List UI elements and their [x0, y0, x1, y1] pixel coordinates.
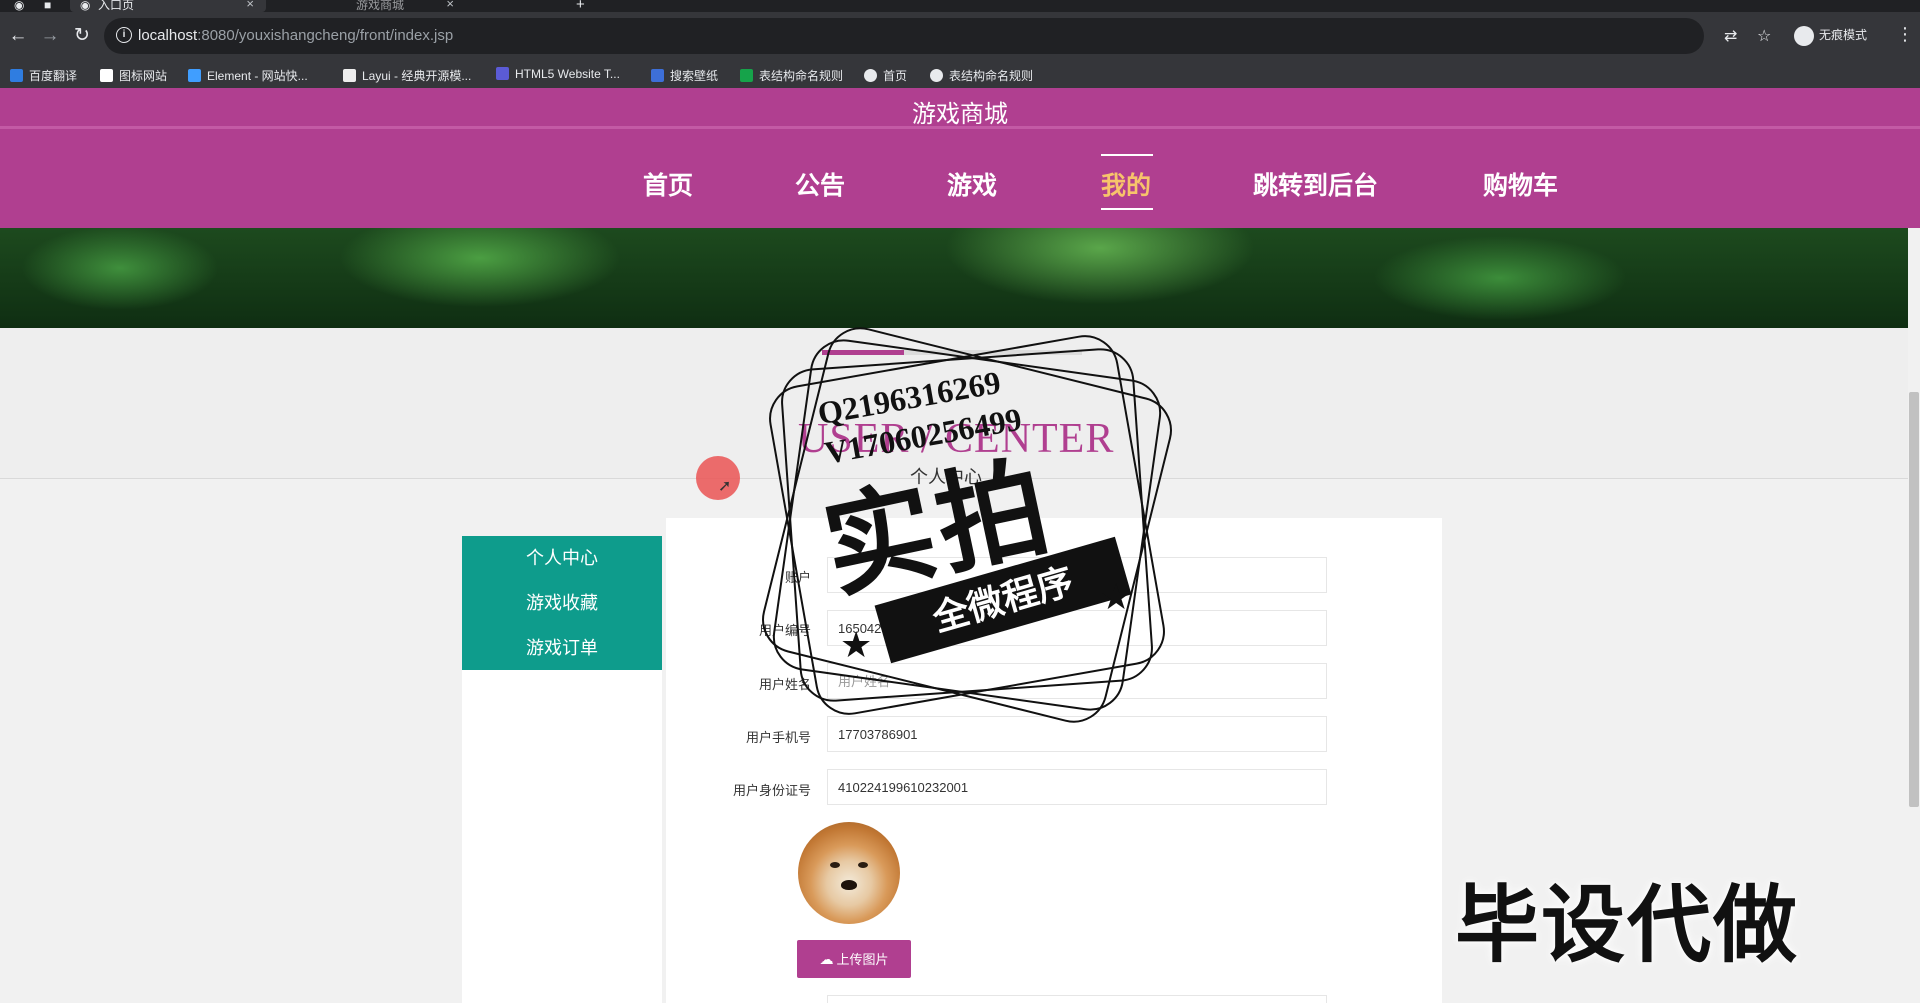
- section-title-en: USER / CENTER: [798, 416, 1115, 462]
- label-account: 账户: [784, 570, 811, 585]
- title-divider: [0, 126, 1920, 129]
- bookmark-item[interactable]: 首页: [864, 67, 907, 84]
- label-user-name: 用户姓名: [758, 677, 811, 692]
- bookmark-sheet-icon: [740, 69, 753, 82]
- nav-mine[interactable]: 我的: [1101, 166, 1151, 202]
- browser-logo-icon: ◉: [14, 0, 25, 12]
- carousel-indicator-active: [822, 350, 904, 355]
- scrollbar-thumb[interactable]: [1909, 392, 1919, 807]
- tab-close-icon[interactable]: ×: [246, 0, 254, 10]
- nav-notice[interactable]: 公告: [795, 166, 845, 202]
- avatar-eye: [830, 862, 840, 868]
- incognito-indicator[interactable]: 无痕模式: [1794, 26, 1867, 46]
- translate-icon[interactable]: ⇄: [1724, 26, 1737, 46]
- banner-image: [0, 228, 1908, 328]
- user-id-input[interactable]: 16504255...: [827, 610, 1327, 646]
- bookmarks-bar: 百度翻译 图标网站 Element - 网站快... Layui - 经典开源模…: [0, 62, 1920, 89]
- nav-home[interactable]: 首页: [643, 166, 693, 202]
- tab-game-store[interactable]: 游戏商城 ×: [266, 0, 466, 12]
- carousel-indicator[interactable]: [822, 350, 1082, 355]
- avatar-nose: [841, 880, 857, 890]
- cloud-upload-icon: ☁: [819, 951, 834, 967]
- bookmark-globe-icon: [930, 69, 943, 82]
- site-header: 游戏商城 首页 公告 游戏 我的 跳转到后台 购物车: [0, 88, 1920, 228]
- tab-favicon-icon: ◉: [80, 0, 91, 12]
- bookmark-item[interactable]: 表结构命名规则: [740, 67, 843, 84]
- tab-switch-icon[interactable]: ■: [44, 0, 60, 12]
- back-arrow-icon[interactable]: ←: [6, 24, 30, 48]
- reload-icon[interactable]: ↻: [70, 24, 94, 48]
- tab-label: 入口页: [98, 0, 135, 12]
- bookmark-favicon-icon: [496, 67, 509, 80]
- tab-close-icon[interactable]: ×: [446, 0, 454, 10]
- account-input[interactable]: [827, 557, 1327, 593]
- bookmark-item[interactable]: Layui - 经典开源模...: [343, 67, 471, 84]
- bookmark-globe-icon: [864, 69, 877, 82]
- site-title: 游戏商城: [912, 101, 1008, 128]
- id-card-input[interactable]: 410224199610232001: [827, 769, 1327, 805]
- sidebar-item-favorites[interactable]: 游戏收藏: [462, 589, 662, 615]
- sidebar-item-user-center[interactable]: 个人中心: [462, 544, 662, 570]
- forward-arrow-icon[interactable]: →: [38, 24, 62, 48]
- tab-entry-page[interactable]: ◉ 入口页 ×: [70, 0, 266, 12]
- address-bar[interactable]: i localhost:8080/youxishangcheng/front/i…: [104, 18, 1771, 54]
- next-field-input[interactable]: [827, 995, 1327, 1003]
- label-id-card: 用户身份证号: [732, 783, 811, 798]
- avatar-eye: [858, 862, 868, 868]
- nav-admin[interactable]: 跳转到后台: [1253, 166, 1378, 202]
- incognito-icon: [1794, 26, 1814, 46]
- bookmark-item[interactable]: HTML5 Website T...: [496, 67, 620, 81]
- nav-games[interactable]: 游戏: [947, 166, 997, 202]
- bookmark-favicon-icon: [343, 69, 356, 82]
- watermark-text: 毕设代做: [1455, 878, 1800, 972]
- bookmark-item[interactable]: 搜索壁纸: [651, 67, 718, 84]
- bookmark-item[interactable]: 表结构命名规则: [930, 67, 1033, 84]
- phone-input[interactable]: 17703786901: [827, 716, 1327, 752]
- bookmark-item[interactable]: Element - 网站快...: [188, 67, 308, 84]
- site-info-icon[interactable]: i: [116, 27, 132, 43]
- label-user-id: 用户编号: [758, 623, 811, 638]
- bookmark-favicon-icon: [10, 69, 23, 82]
- bookmark-favicon-icon: [188, 69, 201, 82]
- nav-cart[interactable]: 购物车: [1483, 166, 1558, 202]
- bookmark-star-icon[interactable]: ☆: [1757, 26, 1771, 46]
- browser-toolbar: ← → ↻ i localhost:8080/youxishangcheng/f…: [0, 12, 1920, 62]
- nav-active-indicator: [1101, 208, 1153, 210]
- sidebar-panel: [462, 670, 662, 1003]
- mouse-pointer-icon: ➚: [718, 478, 732, 495]
- nav-active-indicator: [1101, 154, 1153, 156]
- browser-tab-strip: ◉ ■ ◉ 入口页 × 游戏商城 × +: [0, 0, 1920, 12]
- avatar: [798, 822, 900, 924]
- user-sidebar-menu: 个人中心 游戏收藏 游戏订单: [462, 536, 662, 670]
- bookmark-flag-icon: [100, 69, 113, 82]
- sidebar-item-orders[interactable]: 游戏订单: [462, 634, 662, 660]
- url-text[interactable]: localhost:8080/youxishangcheng/front/ind…: [138, 27, 453, 44]
- bookmark-favicon-icon: [651, 69, 664, 82]
- upload-image-button[interactable]: ☁ 上传图片: [797, 940, 911, 978]
- user-name-input[interactable]: 用户姓名: [827, 663, 1327, 699]
- bookmark-item[interactable]: 百度翻译: [10, 67, 77, 84]
- new-tab-button[interactable]: +: [576, 0, 585, 12]
- label-phone: 用户手机号: [745, 730, 811, 745]
- tab-label: 游戏商城: [356, 0, 405, 12]
- bookmark-item[interactable]: 图标网站: [100, 67, 167, 84]
- browser-menu-icon[interactable]: ⋮: [1896, 24, 1914, 45]
- section-title-cn: 个人中心: [910, 467, 982, 487]
